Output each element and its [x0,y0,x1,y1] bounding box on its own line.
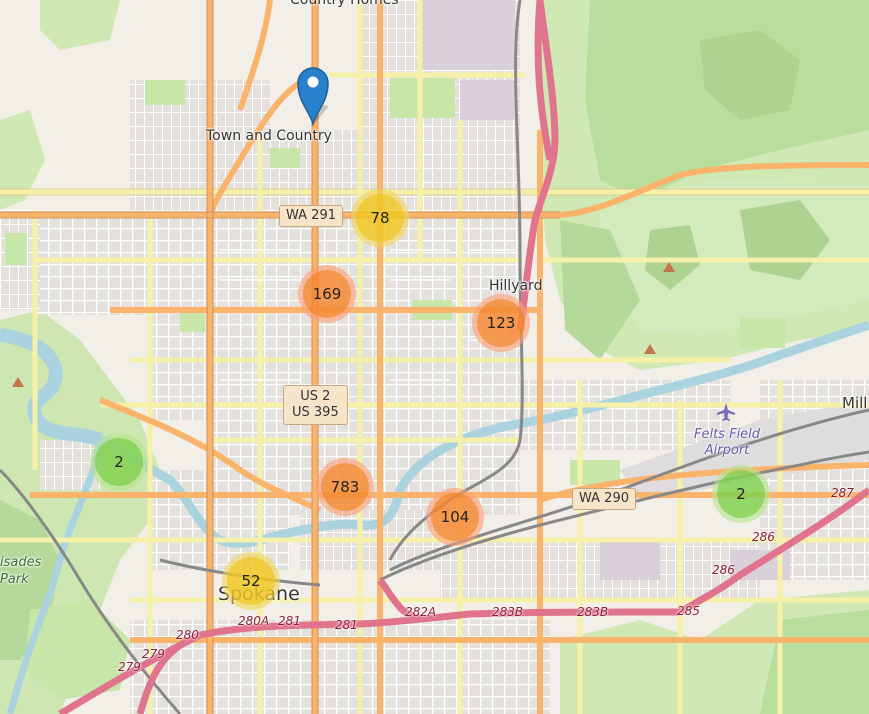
cluster-marker-wa291[interactable]: 78 [351,189,409,247]
road-shield-us2-us395: US 2 US 395 [283,385,348,425]
cluster-marker-felts[interactable]: 2 [712,465,770,523]
map-pin-marker[interactable] [296,66,330,126]
cluster-marker-central[interactable]: 783 [316,458,374,516]
exit-label-280: 280 [176,628,199,642]
exit-label-286: 286 [712,563,735,577]
road-shield-wa290: WA 290 [572,488,636,510]
exit-label-282a: 282A [405,605,437,619]
cluster-count: 2 [95,438,143,486]
exit-label-286-b: 286 [752,530,775,544]
cluster-count: 78 [356,194,404,242]
exit-label-281-b: 281 [335,618,358,632]
exit-label-283b: 283B [492,605,524,619]
cluster-count: 2 [717,470,765,518]
exit-label-283b-b: 283B [577,605,609,619]
road-shield-wa291: WA 291 [279,205,343,227]
cluster-marker-hillyard[interactable]: 123 [472,294,530,352]
cluster-marker-downtown[interactable]: 52 [222,552,280,610]
cluster-marker-west[interactable]: 2 [90,433,148,491]
exit-label-287: 287 [831,486,854,500]
exit-label-281: 281 [278,614,301,628]
cluster-marker-east-central[interactable]: 104 [426,488,484,546]
exit-label-285: 285 [677,604,700,618]
exit-label-280a: 280A [238,614,270,628]
cluster-count: 52 [227,557,275,605]
cluster-count: 783 [321,463,369,511]
cluster-count: 104 [431,493,479,541]
exit-label-279: 279 [142,647,165,661]
cluster-count: 169 [303,270,351,318]
road-shield-us2-label: US 2 [300,389,331,404]
exit-label-279-b: 279 [118,660,141,674]
map-view[interactable]: Country Homes Town and Country Hillyard … [0,0,869,714]
road-shield-us395-label: US 395 [292,405,339,420]
cluster-count: 123 [477,299,525,347]
cluster-marker-north-central[interactable]: 169 [298,265,356,323]
